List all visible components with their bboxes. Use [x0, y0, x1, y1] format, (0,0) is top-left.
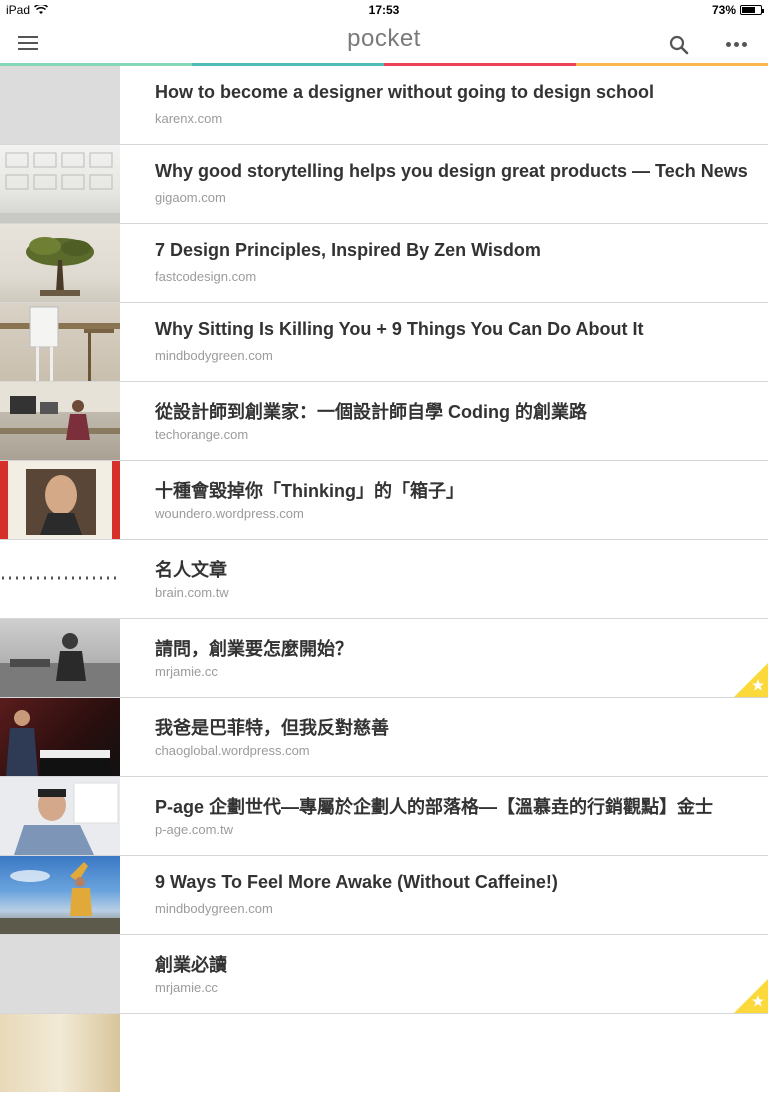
- search-icon[interactable]: [668, 34, 690, 56]
- article-thumbnail: [0, 303, 120, 381]
- list-item[interactable]: 7 Design Principles, Inspired By Zen Wis…: [0, 224, 768, 303]
- article-title: 7 Design Principles, Inspired By Zen Wis…: [155, 240, 541, 260]
- article-domain: karenx.com: [155, 111, 223, 126]
- article-thumbnail: [0, 777, 120, 855]
- list-item[interactable]: [0, 1014, 768, 1093]
- article-title: How to become a designer without going t…: [155, 82, 655, 102]
- article-title: 從設計師到創業家：一個設計師自學 Coding 的創業路: [155, 402, 587, 422]
- status-bar: iPad 17:53 73%: [0, 0, 768, 20]
- list-item[interactable]: Why good storytelling helps you design g…: [0, 145, 768, 224]
- article-title: 9 Ways To Feel More Awake (Without Caffe…: [155, 872, 558, 892]
- article-thumbnail: [0, 540, 120, 618]
- article-domain: chaoglobal.wordpress.com: [155, 743, 310, 758]
- article-thumbnail: [0, 224, 120, 302]
- list-item[interactable]: 請問，創業要怎麼開始？ mrjamie.cc: [0, 619, 768, 698]
- article-title: 創業必讀: [155, 955, 227, 975]
- article-title: 名人文章: [155, 560, 227, 580]
- list-item[interactable]: 名人文章 brain.com.tw: [0, 540, 768, 619]
- more-icon[interactable]: [726, 42, 747, 47]
- article-domain: brain.com.tw: [155, 585, 229, 600]
- top-nav: pocket: [0, 20, 768, 63]
- list-item[interactable]: 我爸是巴菲特，但我反對慈善 chaoglobal.wordpress.com: [0, 698, 768, 777]
- status-right: 73%: [711, 3, 764, 17]
- article-thumbnail: [0, 66, 120, 144]
- article-title: Why Sitting Is Killing You + 9 Things Yo…: [155, 319, 644, 339]
- article-thumbnail: [0, 856, 120, 934]
- list-item[interactable]: Why Sitting Is Killing You + 9 Things Yo…: [0, 303, 768, 382]
- article-domain: woundero.wordpress.com: [155, 506, 304, 521]
- favorite-star-icon[interactable]: [734, 663, 768, 697]
- article-domain: gigaom.com: [155, 190, 226, 205]
- battery-percent: 73%: [711, 3, 736, 17]
- article-domain: techorange.com: [155, 427, 249, 442]
- article-thumbnail: [0, 461, 120, 539]
- article-title: P-age 企劃世代—專屬於企劃人的部落格—【溫慕垚的行銷觀點】金士: [155, 797, 714, 817]
- article-domain: mrjamie.cc: [155, 664, 218, 679]
- article-domain: fastcodesign.com: [155, 269, 257, 284]
- article-title: 十種會毀掉你「Thinking」的「箱子」: [155, 481, 464, 501]
- article-thumbnail: [0, 145, 120, 223]
- article-domain: mindbodygreen.com: [155, 348, 273, 363]
- article-thumbnail: [0, 619, 120, 697]
- article-thumbnail: [0, 935, 120, 1013]
- battery-icon: [740, 5, 764, 15]
- article-thumbnail: [0, 382, 120, 460]
- list-item[interactable]: How to become a designer without going t…: [0, 66, 768, 145]
- app-logo: pocket: [347, 25, 421, 52]
- article-domain: p-age.com.tw: [155, 822, 234, 837]
- article-domain: mindbodygreen.com: [155, 901, 273, 916]
- article-list: How to become a designer without going t…: [0, 66, 768, 1093]
- article-thumbnail: [0, 1014, 120, 1092]
- article-thumbnail: [0, 698, 120, 776]
- list-item[interactable]: 十種會毀掉你「Thinking」的「箱子」 woundero.wordpress…: [0, 461, 768, 540]
- list-item[interactable]: 創業必讀 mrjamie.cc: [0, 935, 768, 1014]
- list-item[interactable]: 9 Ways To Feel More Awake (Without Caffe…: [0, 856, 768, 935]
- article-domain: mrjamie.cc: [155, 980, 218, 995]
- list-item[interactable]: P-age 企劃世代—專屬於企劃人的部落格—【溫慕垚的行銷觀點】金士 p-age…: [0, 777, 768, 856]
- article-title: 我爸是巴菲特，但我反對慈善: [155, 718, 389, 738]
- article-title: 請問，創業要怎麼開始？: [155, 639, 353, 659]
- favorite-star-icon[interactable]: [734, 979, 768, 1013]
- status-time: 17:53: [368, 3, 400, 17]
- article-title: Why good storytelling helps you design g…: [155, 161, 748, 181]
- list-item[interactable]: 從設計師到創業家：一個設計師自學 Coding 的創業路 techorange.…: [0, 382, 768, 461]
